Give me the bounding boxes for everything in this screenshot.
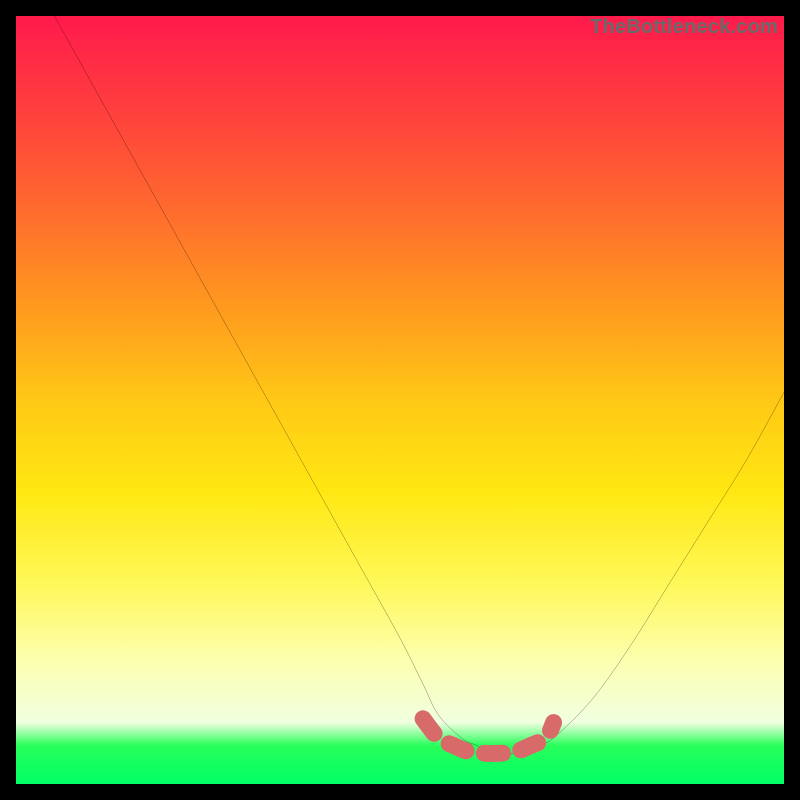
bottleneck-curve [54, 16, 784, 754]
chart-svg [16, 16, 784, 784]
chart-frame: TheBottleneck.com [0, 0, 800, 800]
ideal-range-marker [423, 719, 554, 754]
plot-area: TheBottleneck.com [16, 16, 784, 784]
